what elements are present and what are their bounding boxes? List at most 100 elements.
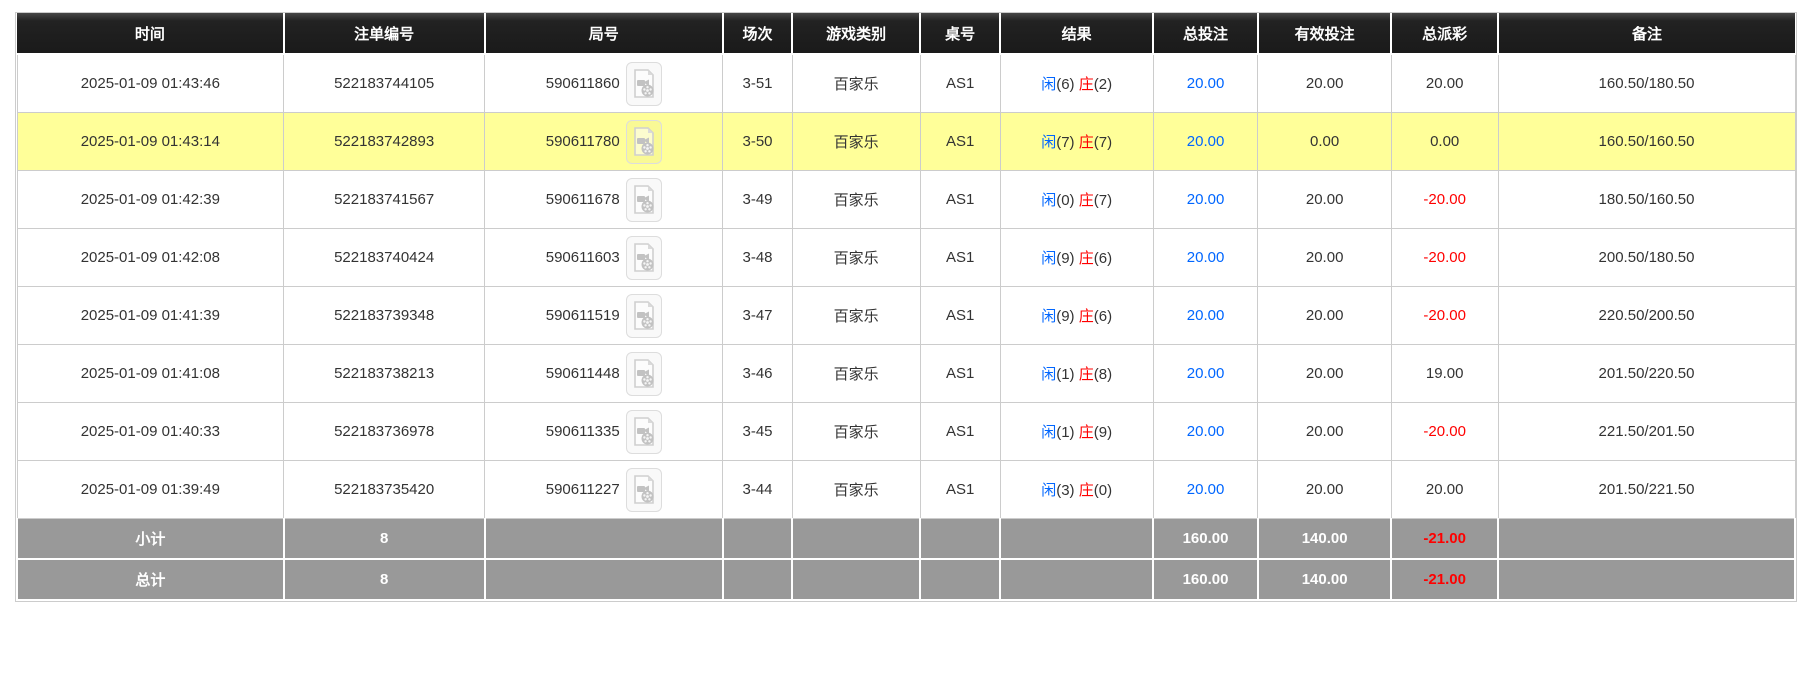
cell-session: 3-46 [722,344,793,403]
result-player-label: 闲 [1041,76,1057,93]
cell-result: 闲(3) 庄(0) [999,460,1154,519]
summary-total-bet: 160.00 [1152,558,1259,601]
cell-total-bet: 20.00 [1152,460,1259,519]
total-bet-link[interactable]: 20.00 [1187,365,1225,382]
result-banker-score: (7) [1093,134,1113,151]
cell-time: 2025-01-09 01:40:33 [16,402,285,461]
summary-payout-value: -21.00 [1423,571,1466,588]
result-banker-label: 庄 [1078,76,1094,93]
cell-round-id: 590611678 [484,170,724,229]
cell-game-type: 百家乐 [791,286,921,345]
video-replay-button[interactable] [625,61,662,106]
video-file-icon [633,126,654,156]
cell-round-id: 590611860 [484,53,724,113]
video-file-icon [633,474,654,504]
result-player-score: (0) [1056,192,1075,209]
column-header-total-bet: 总投注 [1152,13,1258,55]
result-player-label: 闲 [1041,424,1057,441]
total-bet-link[interactable]: 20.00 [1187,75,1225,92]
result-banker-score: (7) [1093,192,1113,209]
cell-game-type: 百家乐 [791,460,921,519]
cell-remark: 201.50/220.50 [1497,344,1796,403]
result-player-score: (1) [1056,424,1075,441]
video-replay-button[interactable] [625,351,662,396]
cell-session: 3-50 [722,112,793,171]
summary-empty-result [999,558,1155,601]
cell-session: 3-48 [722,228,793,287]
video-replay-button[interactable] [625,235,662,280]
round-id-value: 590611519 [545,307,620,324]
cell-game-type: 百家乐 [791,402,921,461]
cell-valid-bet: 20.00 [1257,402,1392,461]
video-file-icon [633,358,654,388]
cell-table-no: AS1 [919,286,1001,345]
table-footer: 小计 8 160.00 140.00 -21.00 总计 8 160.00 14… [16,518,1796,601]
video-replay-button[interactable] [625,409,662,454]
table-body: 2025-01-09 01:43:46 522183744105 5906118… [16,53,1796,519]
cell-result: 闲(6) 庄(2) [999,53,1154,113]
payout-value: 19.00 [1425,365,1464,382]
summary-total-bet: 160.00 [1152,518,1259,560]
cell-table-no: AS1 [919,112,1001,171]
payout-value: -20.00 [1423,249,1466,266]
column-header-session: 场次 [721,13,793,55]
video-file-icon [633,416,654,446]
total-bet-link[interactable]: 20.00 [1187,423,1225,440]
cell-total-bet: 20.00 [1152,53,1259,113]
result-banker-score: (9) [1093,424,1113,441]
cell-bet-id: 522183736978 [283,402,486,461]
round-id-value: 590611780 [545,133,620,150]
result-banker-score: (0) [1093,482,1113,499]
result-player-label: 闲 [1041,134,1057,151]
cell-valid-bet: 20.00 [1257,170,1392,229]
table-row: 2025-01-09 01:43:14 522183742893 5906117… [16,112,1796,171]
cell-valid-bet: 20.00 [1257,286,1392,345]
cell-bet-id: 522183739348 [283,286,486,345]
cell-bet-id: 522183741567 [283,170,486,229]
total-bet-link[interactable]: 20.00 [1187,481,1225,498]
total-bet-link[interactable]: 20.00 [1187,191,1225,208]
video-replay-button[interactable] [625,119,662,164]
summary-row: 小计 8 160.00 140.00 -21.00 [16,518,1796,560]
video-replay-button[interactable] [625,293,662,338]
result-player-label: 闲 [1041,366,1057,383]
summary-empty-game-type [791,558,922,601]
summary-count: 8 [282,518,486,560]
video-replay-button[interactable] [625,467,662,512]
summary-empty-remark [1497,558,1796,601]
cell-session: 3-44 [722,460,793,519]
result-banker-label: 庄 [1078,308,1094,325]
cell-round-id: 590611448 [484,344,724,403]
result-player-label: 闲 [1041,308,1057,325]
round-id-value: 590611227 [545,481,620,498]
cell-payout: -20.00 [1390,402,1499,461]
cell-payout: 20.00 [1390,460,1499,519]
table-row: 2025-01-09 01:41:08 522183738213 5906114… [16,344,1796,403]
cell-session: 3-49 [722,170,793,229]
summary-empty-session [721,518,794,560]
cell-valid-bet: 20.00 [1257,344,1392,403]
result-banker-score: (6) [1093,308,1113,325]
result-player-score: (6) [1056,76,1075,93]
payout-value: -20.00 [1423,307,1466,324]
payout-value: 20.00 [1425,75,1464,92]
round-id-value: 590611448 [545,365,620,382]
cell-valid-bet: 20.00 [1257,53,1392,113]
summary-empty-round [483,518,724,560]
cell-remark: 200.50/180.50 [1497,228,1796,287]
total-bet-link[interactable]: 20.00 [1187,307,1225,324]
column-header-game-type: 游戏类别 [791,13,921,55]
result-banker-score: (8) [1093,366,1113,383]
video-replay-button[interactable] [625,177,662,222]
result-banker-label: 庄 [1078,366,1094,383]
total-bet-link[interactable]: 20.00 [1187,133,1225,150]
summary-payout-value: -21.00 [1423,530,1466,547]
summary-empty-remark [1497,518,1796,560]
total-bet-link[interactable]: 20.00 [1187,249,1225,266]
cell-remark: 220.50/200.50 [1497,286,1796,345]
cell-bet-id: 522183735420 [283,460,486,519]
cell-result: 闲(0) 庄(7) [999,170,1154,229]
result-banker-label: 庄 [1078,482,1094,499]
cell-session: 3-45 [722,402,793,461]
column-header-remark: 备注 [1497,13,1795,55]
